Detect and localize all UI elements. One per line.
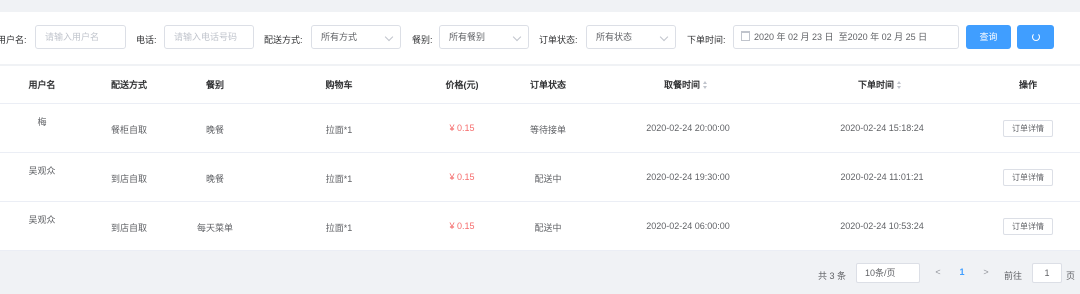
col-header-action: 操作: [1018, 80, 1038, 90]
col-header-user: 用户名: [28, 80, 56, 90]
cell-cart: 拉面*1: [325, 223, 353, 233]
chevron-down-icon: [659, 32, 669, 42]
refresh-icon: [1031, 33, 1040, 41]
row-divider: [0, 152, 1080, 153]
cell-order-time: 2020-02-24 11:01:21: [840, 172, 924, 182]
username-input[interactable]: 请输入用户名: [35, 25, 126, 49]
cell-price: ¥ 0.15: [449, 123, 475, 133]
page-size-select[interactable]: 10条/页: [856, 263, 920, 283]
status-label: 订单状态:: [539, 35, 578, 45]
col-header-status: 订单状态: [529, 80, 567, 90]
cell-pickup-time: 2020-02-24 19:30:00: [646, 172, 730, 182]
goto-suffix: 页: [1066, 271, 1076, 281]
chevron-down-icon: [512, 32, 522, 42]
cell-status: 配送中: [534, 223, 562, 233]
cell-meal: 晚餐: [205, 125, 225, 135]
date-start: 2020 年 02 月 23 日: [754, 32, 834, 42]
cell-user: 梅: [37, 117, 47, 127]
cell-meal: 晚餐: [205, 174, 225, 184]
goto-page-input[interactable]: 1: [1032, 263, 1062, 283]
date-end: 2020 年 02 月 25 日: [847, 32, 928, 42]
cell-pickup-time: 2020-02-24 06:00:00: [646, 221, 730, 231]
cell-order-time: 2020-02-24 10:53:24: [840, 221, 924, 231]
cell-pickup-time: 2020-02-24 20:00:00: [646, 123, 730, 133]
cell-price: ¥ 0.15: [449, 172, 475, 182]
cell-user: 吴观众: [28, 215, 56, 225]
meal-select[interactable]: 所有餐别: [439, 25, 529, 49]
phone-label: 电话:: [136, 35, 157, 45]
pickup-time-header-label: 取餐时间: [663, 80, 701, 90]
calendar-icon: [741, 31, 750, 41]
delivery-select[interactable]: 所有方式: [311, 25, 401, 49]
delivery-label: 配送方式:: [264, 35, 303, 45]
date-range-picker[interactable]: 2020 年 02 月 23 日 至2020 年 02 月 25 日: [733, 25, 959, 49]
chevron-down-icon: [384, 32, 394, 42]
row-divider: [0, 103, 1080, 104]
status-select[interactable]: 所有状态: [586, 25, 676, 49]
order-detail-button[interactable]: 订单详情: [1003, 218, 1053, 235]
goto-prefix: 前往: [1004, 271, 1023, 281]
cell-delivery: 到店自取: [110, 223, 148, 233]
status-select-value: 所有状态: [596, 32, 633, 42]
delivery-select-value: 所有方式: [321, 32, 358, 42]
col-header-cart: 购物车: [325, 80, 353, 90]
row-divider: [0, 201, 1080, 202]
cell-cart: 拉面*1: [325, 174, 353, 184]
col-header-order-time[interactable]: 下单时间: [858, 78, 902, 91]
row-divider: [0, 250, 1080, 251]
username-label: 用户名:: [0, 35, 27, 45]
next-page-button[interactable]: >: [976, 263, 996, 283]
sort-icon[interactable]: [897, 81, 902, 89]
order-time-label: 下单时间:: [687, 35, 726, 45]
order-time-header-label: 下单时间: [857, 80, 895, 90]
total-count: 共 3 条: [818, 271, 847, 281]
date-separator: 至: [838, 32, 848, 42]
order-detail-button[interactable]: 订单详情: [1003, 169, 1053, 186]
sort-icon[interactable]: [703, 81, 708, 89]
cell-user: 吴观众: [28, 166, 56, 176]
col-header-price: 价格(元): [445, 80, 479, 90]
cell-price: ¥ 0.15: [449, 221, 475, 231]
cell-cart: 拉面*1: [325, 125, 353, 135]
meal-select-value: 所有餐别: [449, 32, 486, 42]
cell-delivery: 到店自取: [110, 174, 148, 184]
cell-meal: 每天菜单: [196, 223, 234, 233]
col-header-pickup-time[interactable]: 取餐时间: [664, 78, 708, 91]
cell-status: 等待接单: [529, 125, 567, 135]
prev-page-button[interactable]: <: [928, 263, 948, 283]
refresh-button[interactable]: [1017, 25, 1054, 49]
orders-table: 用户名 配送方式 餐别 购物车 价格(元) 订单状态 取餐时间 下单时间 操作 …: [0, 66, 1080, 251]
cell-status: 配送中: [534, 174, 562, 184]
col-header-meal: 餐别: [205, 80, 225, 90]
phone-input[interactable]: 请输入电话号码: [164, 25, 254, 49]
query-button[interactable]: 查询: [966, 25, 1011, 49]
order-detail-button[interactable]: 订单详情: [1003, 120, 1053, 137]
cell-delivery: 餐柜自取: [110, 125, 148, 135]
cell-order-time: 2020-02-24 15:18:24: [840, 123, 924, 133]
page-number[interactable]: 1: [952, 263, 972, 283]
meal-label: 餐别:: [412, 35, 433, 45]
col-header-delivery: 配送方式: [110, 80, 148, 90]
